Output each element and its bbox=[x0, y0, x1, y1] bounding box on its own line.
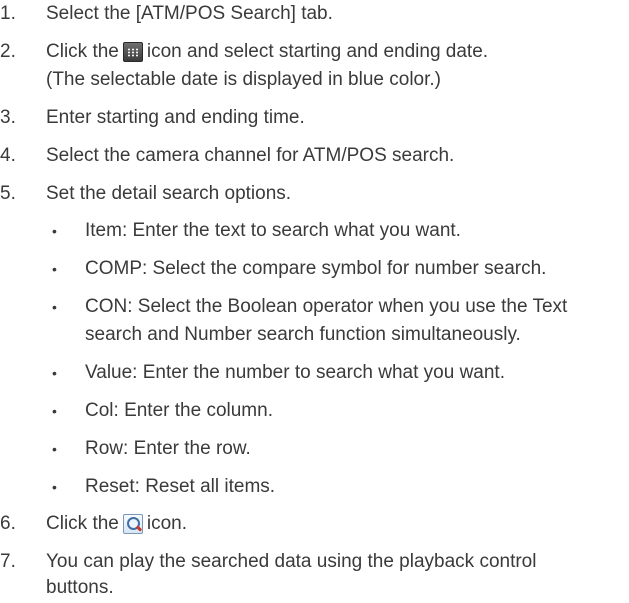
step-number: 4. bbox=[0, 145, 16, 166]
step-number: 5. bbox=[0, 183, 16, 204]
option-item: • Item: Enter the text to search what yo… bbox=[0, 219, 629, 243]
option-text: search and Number search function simult… bbox=[85, 324, 521, 345]
step-text-pre: Click the bbox=[46, 41, 119, 62]
option-col: • Col: Enter the column. bbox=[0, 399, 629, 423]
bullet: • bbox=[52, 479, 57, 495]
bullet: • bbox=[52, 403, 57, 419]
step-number: 3. bbox=[0, 107, 16, 128]
step-text: buttons. bbox=[46, 577, 114, 598]
bullet: • bbox=[52, 299, 57, 315]
bullet: • bbox=[52, 365, 57, 381]
step-text: (The selectable date is displayed in blu… bbox=[46, 69, 442, 90]
step-5: 5. Set the detail search options. bbox=[0, 182, 629, 206]
step-text: Enter starting and ending time. bbox=[46, 107, 305, 128]
step-3: 3. Enter starting and ending time. bbox=[0, 106, 629, 130]
step-2: 2. Click the icon and select starting and… bbox=[0, 40, 629, 64]
option-text: Value: Enter the number to search what y… bbox=[85, 362, 505, 383]
bullet: • bbox=[52, 223, 57, 239]
option-text: CON: Select the Boolean operator when yo… bbox=[85, 296, 568, 317]
option-con: • CON: Select the Boolean operator when … bbox=[0, 295, 629, 319]
step-text: Select the [ATM/POS Search] tab. bbox=[46, 3, 333, 24]
bullet: • bbox=[52, 441, 57, 457]
option-text: Reset: Reset all items. bbox=[85, 476, 276, 497]
option-reset: • Reset: Reset all items. bbox=[0, 475, 629, 499]
step-number: 2. bbox=[0, 41, 16, 62]
instruction-list: 1. Select the [ATM/POS Search] tab. 2. C… bbox=[0, 0, 629, 603]
step-text-post: icon and select starting and ending date… bbox=[146, 41, 489, 62]
step-number: 7. bbox=[0, 551, 16, 572]
option-text: Item: Enter the text to search what you … bbox=[85, 220, 461, 241]
step-7-continuation: buttons. bbox=[0, 576, 629, 600]
option-row: • Row: Enter the row. bbox=[0, 437, 629, 461]
option-con-continuation: search and Number search function simult… bbox=[0, 323, 629, 347]
search-magnifier-icon bbox=[122, 514, 143, 534]
step-text: Click the icon and select starting and en… bbox=[46, 40, 488, 64]
step-text-post: icon. bbox=[146, 513, 187, 534]
step-text: You can play the searched data using the… bbox=[46, 551, 537, 572]
step-number: 6. bbox=[0, 513, 16, 534]
step-text-pre: Click the bbox=[46, 513, 119, 534]
option-text: COMP: Select the compare symbol for numb… bbox=[85, 258, 547, 279]
calendar-icon bbox=[122, 42, 143, 62]
step-number: 1. bbox=[0, 3, 16, 24]
option-value: • Value: Enter the number to search what… bbox=[0, 361, 629, 385]
bullet: • bbox=[52, 261, 57, 277]
step-6: 6. Click the icon. bbox=[0, 512, 629, 536]
step-1: 1. Select the [ATM/POS Search] tab. bbox=[0, 2, 629, 26]
option-text: Col: Enter the column. bbox=[85, 400, 273, 421]
step-4: 4. Select the camera channel for ATM/POS… bbox=[0, 144, 629, 168]
step-text: Click the icon. bbox=[46, 512, 187, 536]
step-2-continuation: (The selectable date is displayed in blu… bbox=[0, 68, 629, 92]
option-text: Row: Enter the row. bbox=[85, 438, 251, 459]
option-comp: • COMP: Select the compare symbol for nu… bbox=[0, 257, 629, 281]
step-text: Select the camera channel for ATM/POS se… bbox=[46, 145, 455, 166]
step-7: 7. You can play the searched data using … bbox=[0, 550, 629, 574]
step-text: Set the detail search options. bbox=[46, 183, 292, 204]
